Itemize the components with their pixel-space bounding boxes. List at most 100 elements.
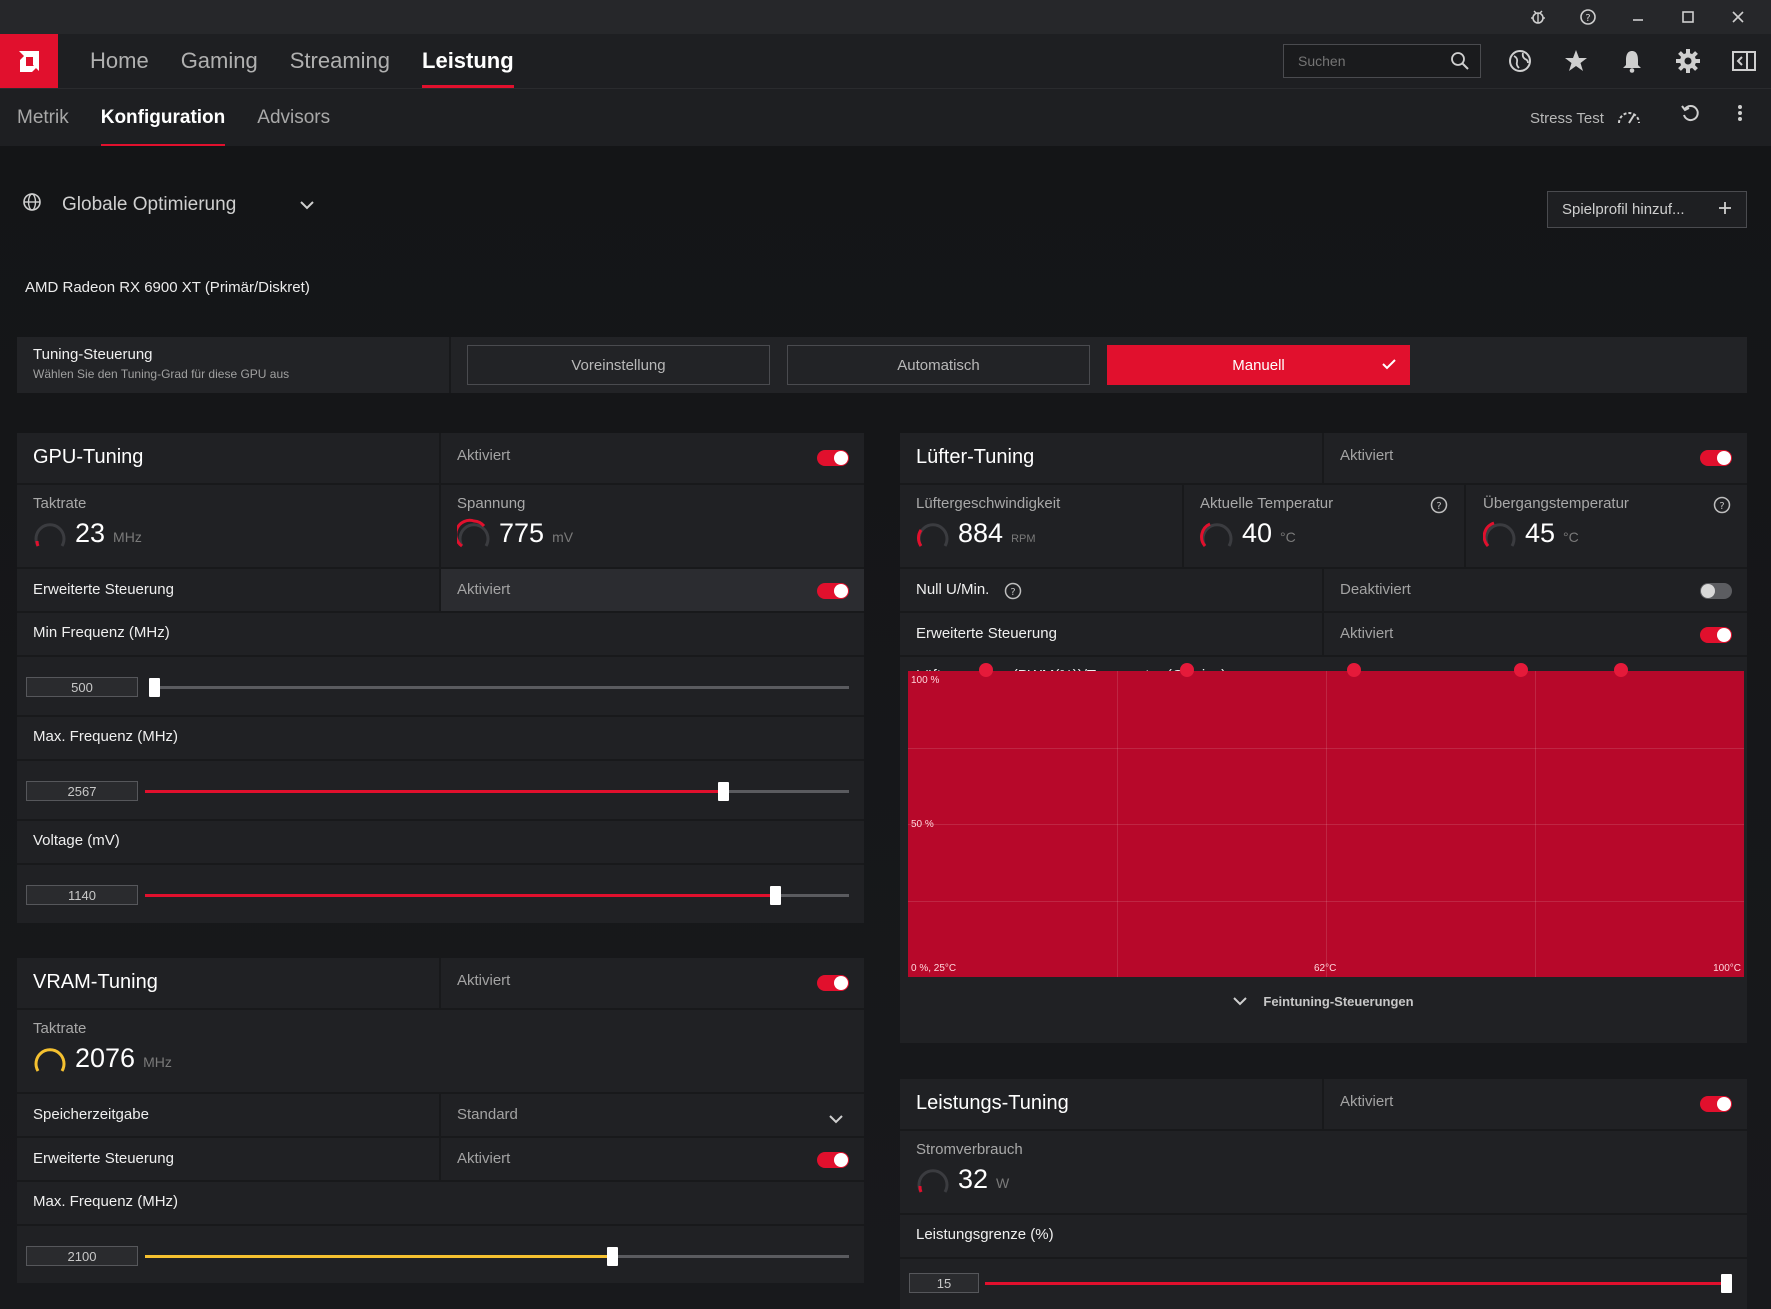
gpu-tuning-status: Aktiviert [457, 447, 511, 464]
chevron-down-icon [1233, 994, 1248, 1009]
tab-advisors[interactable]: Advisors [257, 89, 330, 147]
vram-advanced-label: Erweiterte Steuerung [33, 1150, 174, 1167]
maximize-icon[interactable] [1673, 2, 1703, 32]
power-tuning-panel: Leistungs-Tuning Aktiviert Stromverbrauc… [900, 1079, 1747, 1309]
stress-test-label: Stress Test [1530, 109, 1604, 127]
automatic-button[interactable]: Automatisch [787, 345, 1090, 385]
preset-button[interactable]: Voreinstellung [467, 345, 770, 385]
gpu-clock-unit: MHz [113, 529, 142, 545]
power-limit-slider-row: 15 [900, 1259, 1747, 1309]
min-freq-slider-handle[interactable] [149, 678, 160, 697]
vram-clock-value: 2076 [75, 1043, 136, 1073]
search-input[interactable] [1298, 53, 1448, 69]
svg-text:?: ? [1436, 501, 1441, 512]
junction-temp-label: Übergangstemperatur [1483, 495, 1629, 512]
manual-label: Manuell [1232, 356, 1285, 374]
vram-tuning-status: Aktiviert [457, 972, 511, 989]
gear-icon[interactable] [1673, 46, 1703, 76]
gpu-voltage-gauge-icon [457, 518, 490, 548]
chevron-down-icon[interactable] [829, 1111, 843, 1129]
voltage-slider[interactable] [145, 886, 849, 905]
fan-curve-point[interactable] [1346, 663, 1361, 677]
star-icon[interactable] [1561, 46, 1591, 76]
max-freq-input[interactable]: 2567 [26, 781, 138, 801]
tab-gaming[interactable]: Gaming [181, 34, 258, 88]
search-icon[interactable] [1450, 51, 1470, 74]
max-freq-slider-handle[interactable] [718, 782, 729, 801]
help-icon[interactable]: ? [1713, 496, 1731, 519]
gridline [908, 747, 1744, 749]
automatic-label: Automatisch [897, 356, 980, 374]
fan-curve-point[interactable] [979, 663, 994, 677]
stress-test-button[interactable]: Stress Test [1530, 107, 1642, 129]
tab-konfiguration[interactable]: Konfiguration [100, 89, 225, 147]
finetune-controls-toggle[interactable]: Feintuning-Steuerungen [900, 985, 1747, 1017]
min-freq-input[interactable]: 500 [26, 677, 138, 697]
tab-home[interactable]: Home [90, 34, 149, 88]
gpu-advanced-row: Erweiterte Steuerung Aktiviert [17, 569, 864, 613]
min-freq-label: Min Frequenz (MHz) [33, 624, 170, 641]
max-freq-slider[interactable] [145, 782, 849, 801]
gridline [908, 824, 1744, 825]
close-icon[interactable] [1723, 2, 1753, 32]
fan-curve-point[interactable] [1179, 663, 1194, 677]
vram-tuning-panel: VRAM-Tuning Aktiviert Taktrate 2076 MHz … [17, 958, 864, 1283]
add-game-profile-button[interactable]: Spielprofil hinzuf... [1547, 191, 1747, 228]
vram-max-freq-slider-fill [145, 1255, 612, 1258]
manual-button[interactable]: Manuell [1107, 345, 1410, 385]
vram-advanced-toggle[interactable] [817, 1152, 849, 1168]
profile-name: Globale Optimierung [62, 194, 237, 215]
bug-icon[interactable] [1523, 2, 1553, 32]
power-limit-input[interactable]: 15 [909, 1273, 979, 1293]
fan-tuning-toggle[interactable] [1700, 450, 1732, 466]
memory-timing-select[interactable]: Standard [457, 1106, 518, 1123]
min-freq-slider[interactable] [149, 678, 849, 697]
tab-streaming[interactable]: Streaming [290, 34, 390, 88]
fan-advanced-toggle[interactable] [1700, 627, 1732, 643]
tab-metrik[interactable]: Metrik [17, 89, 69, 147]
vram-max-freq-input[interactable]: 2100 [26, 1246, 138, 1266]
divider [1322, 433, 1324, 483]
help-icon[interactable]: ? [1430, 496, 1448, 519]
add-game-profile-label: Spielprofil hinzuf... [1562, 201, 1685, 218]
gpu-tuning-toggle[interactable] [817, 450, 849, 466]
fan-curve-point[interactable] [1614, 663, 1629, 677]
voltage-slider-handle[interactable] [770, 886, 781, 905]
reset-icon[interactable] [1680, 103, 1700, 128]
tab-leistung[interactable]: Leistung [422, 34, 514, 88]
gpu-clock-value: 23 [75, 518, 106, 548]
svg-text:?: ? [1010, 587, 1015, 598]
vram-max-freq-label-row: Max. Frequenz (MHz) [17, 1182, 864, 1226]
minimize-icon[interactable] [1623, 2, 1653, 32]
fan-curve-chart[interactable]: 100 % 50 % 0 %, 25°C 62°C 100°C [908, 663, 1744, 977]
power-tuning-title: Leistungs-Tuning [916, 1092, 1069, 1114]
voltage-slider-fill [145, 894, 775, 897]
vram-tuning-toggle[interactable] [817, 975, 849, 991]
gpu-tuning-panel: GPU-Tuning Aktiviert Taktrate 23 MHz Spa… [17, 433, 864, 923]
svg-text:?: ? [1719, 501, 1724, 512]
speedometer-icon [1616, 107, 1642, 129]
amd-logo-icon[interactable] [0, 34, 58, 88]
subnav-icon-group [1680, 103, 1744, 128]
voltage-input[interactable]: 1140 [26, 885, 138, 905]
power-tuning-toggle[interactable] [1700, 1096, 1732, 1112]
zero-rpm-status: Deaktiviert [1340, 581, 1411, 598]
vram-max-freq-slider[interactable] [145, 1247, 849, 1266]
help-icon[interactable]: ? [1004, 582, 1022, 605]
gpu-advanced-toggle[interactable] [817, 583, 849, 599]
fan-advanced-row: Erweiterte Steuerung Aktiviert [900, 613, 1747, 657]
globe-icon [22, 192, 42, 218]
zero-rpm-toggle[interactable] [1700, 583, 1732, 599]
bell-icon[interactable] [1617, 46, 1647, 76]
more-options-icon[interactable] [1736, 103, 1744, 128]
vram-max-freq-slider-handle[interactable] [607, 1247, 618, 1266]
profile-selector[interactable]: Globale Optimierung [22, 192, 314, 218]
help-icon[interactable]: ? [1573, 2, 1603, 32]
power-limit-slider[interactable] [985, 1274, 1732, 1293]
fan-curve-point[interactable] [1514, 663, 1529, 677]
divider [1182, 485, 1184, 567]
power-consumption-label: Stromverbrauch [916, 1141, 1023, 1158]
sidebar-toggle-icon[interactable] [1729, 46, 1759, 76]
power-limit-slider-handle[interactable] [1721, 1274, 1732, 1293]
globe-icon[interactable] [1505, 46, 1535, 76]
